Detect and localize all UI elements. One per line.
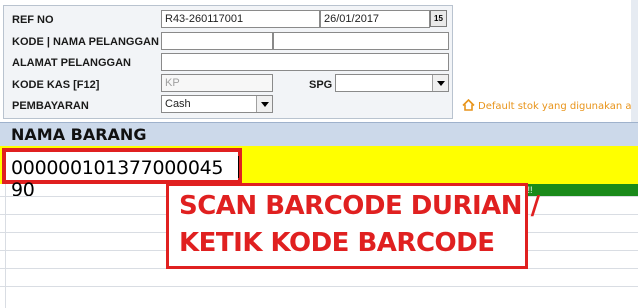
- spg-select[interactable]: [335, 74, 449, 92]
- text-caret: [238, 156, 239, 178]
- ref-no-field[interactable]: R43-260117001: [161, 10, 320, 28]
- address-input[interactable]: [161, 53, 449, 71]
- customer-name-input[interactable]: [273, 32, 449, 50]
- callout-line-1: SCAN BARCODE DURIAN /: [179, 191, 540, 221]
- home-icon: [462, 99, 475, 111]
- side-strip: [631, 0, 638, 122]
- pembayaran-label: PEMBAYARAN: [12, 100, 89, 112]
- kode-kas-label: KODE KAS [F12]: [12, 79, 100, 91]
- item-name-header: NAMA BARANG: [0, 122, 638, 146]
- kode-pelanggan-label: KODE | NAMA PELANGGAN: [12, 36, 159, 48]
- payment-select[interactable]: Cash: [161, 95, 273, 113]
- customer-code-input[interactable]: [161, 32, 273, 50]
- transaction-form: REF NO R43-260117001 26/01/2017 15 KODE …: [0, 0, 638, 122]
- item-name-title: NAMA BARANG: [11, 125, 147, 144]
- grid-line: [5, 184, 6, 308]
- calendar-button[interactable]: 15: [430, 10, 447, 27]
- date-field[interactable]: 26/01/2017: [320, 10, 430, 28]
- alamat-label: ALAMAT PELANGGAN: [12, 57, 131, 69]
- kode-kas-field: KP: [161, 74, 273, 92]
- grid-line: [0, 286, 638, 287]
- barcode-input[interactable]: 000000101377000045 90: [2, 148, 242, 201]
- instruction-callout: SCAN BARCODE DURIAN / KETIK KODE BARCODE: [166, 183, 540, 269]
- ref-no-label: REF NO: [12, 14, 54, 26]
- default-stock-note: Default stok yang digunakan ada: [462, 99, 638, 112]
- callout-line-2: KETIK KODE BARCODE: [179, 228, 495, 258]
- chevron-down-icon[interactable]: [256, 96, 272, 112]
- default-stock-text: Default stok yang digunakan ada: [478, 101, 638, 112]
- spg-label: SPG: [309, 79, 333, 91]
- chevron-down-icon[interactable]: [432, 75, 448, 91]
- payment-value: Cash: [165, 98, 191, 110]
